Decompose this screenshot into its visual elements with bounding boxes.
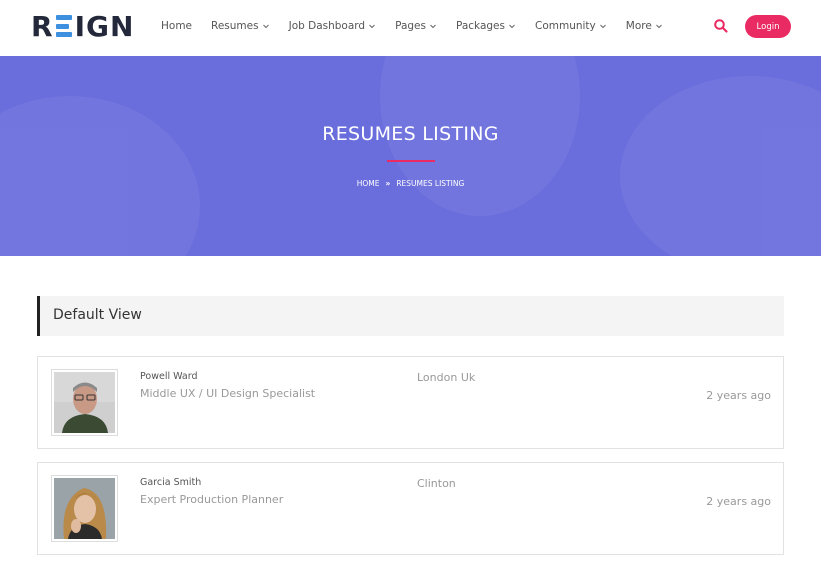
login-button[interactable]: Login [745,15,791,38]
nav-community-label: Community [534,20,596,32]
candidate-role: Middle UX / UI Design Specialist [140,387,316,400]
posted-time: 2 years ago [706,495,771,508]
chevron-down-icon [655,22,663,30]
nav-community[interactable]: Community [535,20,607,32]
nav-more[interactable]: More [626,20,663,32]
main-nav: Home Resumes Job Dashboard Pages Package… [161,0,682,52]
candidate-role: Expert Production Planner [140,493,284,506]
title-underline [387,160,435,162]
search-icon[interactable] [713,18,729,34]
site-header: R IGN Home Resumes Job Dashboard Pages Pa… [0,0,821,56]
nav-pages-label: Pages [395,20,426,32]
nav-packages-label: Packages [455,20,505,32]
nav-resumes[interactable]: Resumes [211,20,270,32]
nav-packages[interactable]: Packages [456,20,516,32]
nav-more-label: More [625,20,652,32]
candidate-name[interactable]: Garcia Smith [140,477,201,488]
breadcrumb-home[interactable]: HOME [357,179,380,188]
breadcrumb: HOME » RESUMES LISTING [0,179,821,188]
chevron-down-icon [368,22,376,30]
candidate-photo[interactable] [51,369,118,436]
nav-job-dashboard[interactable]: Job Dashboard [289,20,377,32]
candidate-location: London Uk [417,371,476,384]
chevron-down-icon [599,22,607,30]
breadcrumb-separator-icon: » [385,179,391,188]
nav-home-label: Home [161,20,193,32]
logo-letters-ign: IGN [74,9,135,43]
site-logo[interactable]: R IGN [31,9,135,43]
candidate-name[interactable]: Powell Ward [140,371,198,382]
nav-resumes-label: Resumes [211,20,259,32]
banner-bg-shape [620,76,821,256]
page-banner: RESUMES LISTING HOME » RESUMES LISTING [0,56,821,256]
candidate-location: Clinton [417,477,456,490]
nav-home[interactable]: Home [161,20,192,32]
section-title: Default View [53,307,142,323]
candidate-photo[interactable] [51,475,118,542]
resume-card[interactable]: Powell Ward Middle UX / UI Design Specia… [37,356,784,449]
logo-letter-r: R [31,9,54,43]
banner-bg-shape [0,96,200,256]
resume-card[interactable]: Garcia Smith Expert Production Planner C… [37,462,784,555]
nav-job-dashboard-label: Job Dashboard [288,20,366,32]
page-title: RESUMES LISTING [322,123,499,145]
chevron-down-icon [262,22,270,30]
section-header: Default View [37,296,784,336]
nav-pages[interactable]: Pages [395,20,437,32]
logo-e-mark [55,15,72,37]
chevron-down-icon [508,22,516,30]
breadcrumb-current: RESUMES LISTING [396,179,465,188]
posted-time: 2 years ago [706,389,771,402]
chevron-down-icon [429,22,437,30]
